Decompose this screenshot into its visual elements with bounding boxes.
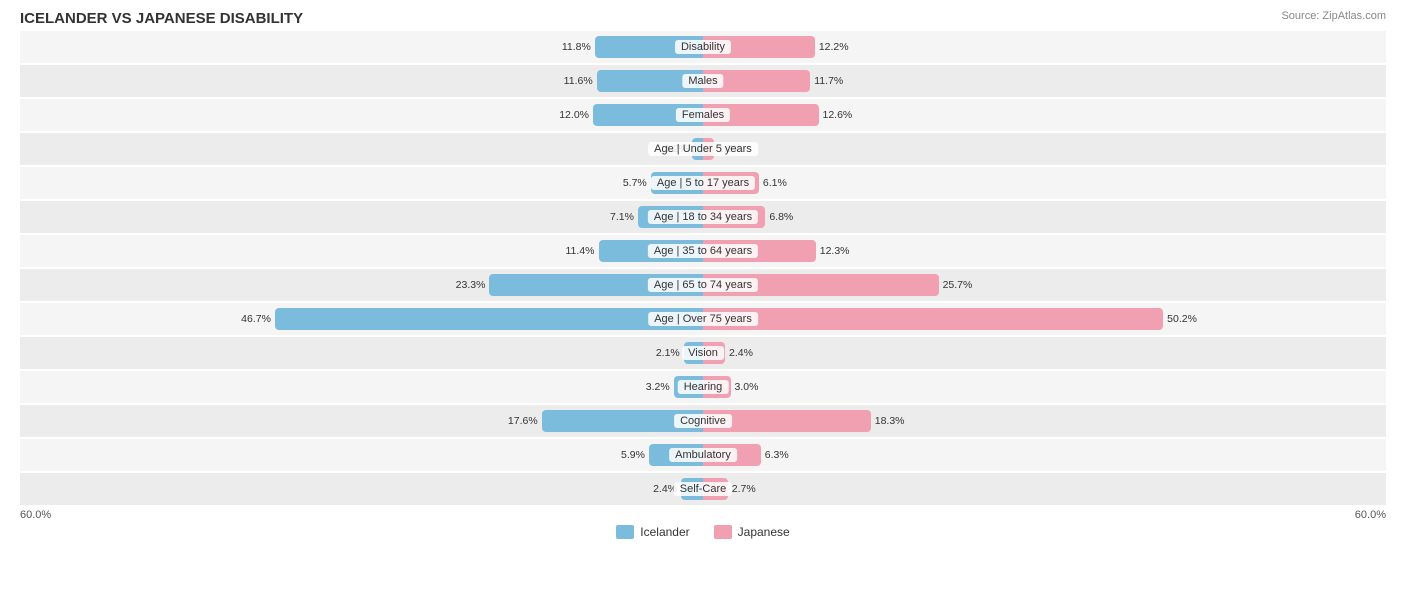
bar-row: Vision 2.1% 2.4% <box>20 337 1386 369</box>
val-right: 18.3% <box>873 415 905 427</box>
val-left: 12.0% <box>559 109 591 121</box>
val-left: 5.9% <box>621 449 647 461</box>
val-left: 5.7% <box>623 177 649 189</box>
bar-label: Vision <box>682 346 724 360</box>
bar-label: Age | Over 75 years <box>648 312 758 326</box>
bar-row: Age | 18 to 34 years 7.1% 6.8% <box>20 201 1386 233</box>
source-text: Source: ZipAtlas.com <box>1281 10 1386 22</box>
legend-icelander: Icelander <box>616 525 689 539</box>
val-right: 12.2% <box>817 41 849 53</box>
val-right: 12.6% <box>821 109 853 121</box>
bar-row: Cognitive 17.6% 18.3% <box>20 405 1386 437</box>
val-left: 46.7% <box>241 313 273 325</box>
bar-label: Disability <box>675 40 731 54</box>
legend: Icelander Japanese <box>20 525 1386 539</box>
bar-row: Age | 65 to 74 years 23.3% 25.7% <box>20 269 1386 301</box>
val-left: 11.6% <box>564 75 595 87</box>
bar-label: Age | 65 to 74 years <box>648 278 758 292</box>
bar-row: Males 11.6% 11.7% <box>20 65 1386 97</box>
val-right: 11.7% <box>812 75 843 87</box>
val-left: 17.6% <box>508 415 540 427</box>
val-left: 23.3% <box>456 279 488 291</box>
icelander-label: Icelander <box>640 525 689 539</box>
bar-label: Males <box>682 74 723 88</box>
japanese-color-box <box>714 525 732 539</box>
val-right: 6.1% <box>761 177 787 189</box>
bar-label: Self-Care <box>674 482 732 496</box>
val-left: 11.4% <box>566 245 597 257</box>
val-right: 25.7% <box>941 279 973 291</box>
bar-label: Age | 5 to 17 years <box>651 176 755 190</box>
legend-japanese: Japanese <box>714 525 790 539</box>
bar-label: Cognitive <box>674 414 732 428</box>
val-left: 11.8% <box>562 41 593 53</box>
val-right: 12.3% <box>818 245 850 257</box>
bar-left <box>275 308 703 330</box>
chart-title: ICELANDER VS JAPANESE DISABILITY <box>20 10 1386 27</box>
japanese-label: Japanese <box>738 525 790 539</box>
bar-row: Age | 35 to 64 years 11.4% 12.3% <box>20 235 1386 267</box>
axis-labels: 60.0% 60.0% <box>20 509 1386 521</box>
chart-container: ICELANDER VS JAPANESE DISABILITY Source:… <box>0 0 1406 612</box>
bar-label: Females <box>676 108 730 122</box>
bar-row: Age | Under 5 years 1.2% 1.2% <box>20 133 1386 165</box>
bar-label: Age | Under 5 years <box>648 142 758 156</box>
val-left: 2.1% <box>656 347 682 359</box>
bar-row: Self-Care 2.4% 2.7% <box>20 473 1386 505</box>
bar-row: Females 12.0% 12.6% <box>20 99 1386 131</box>
val-right: 6.3% <box>763 449 789 461</box>
bar-label: Age | 35 to 64 years <box>648 244 758 258</box>
bar-row: Ambulatory 5.9% 6.3% <box>20 439 1386 471</box>
bar-right <box>703 308 1163 330</box>
bar-row: Age | 5 to 17 years 5.7% 6.1% <box>20 167 1386 199</box>
rows-wrapper: Disability 11.8% 12.2% Males 11.6% 11.7%… <box>20 31 1386 505</box>
val-left: 3.2% <box>646 381 672 393</box>
axis-left: 60.0% <box>20 509 51 521</box>
val-left: 7.1% <box>610 211 636 223</box>
bar-row: Disability 11.8% 12.2% <box>20 31 1386 63</box>
icelander-color-box <box>616 525 634 539</box>
bar-row: Hearing 3.2% 3.0% <box>20 371 1386 403</box>
bar-label: Ambulatory <box>669 448 737 462</box>
bar-label: Hearing <box>678 380 729 394</box>
val-right: 50.2% <box>1165 313 1197 325</box>
axis-right: 60.0% <box>1355 509 1386 521</box>
val-right: 3.0% <box>733 381 759 393</box>
val-right: 2.7% <box>730 483 756 495</box>
bar-label: Age | 18 to 34 years <box>648 210 758 224</box>
bar-row: Age | Over 75 years 46.7% 50.2% <box>20 303 1386 335</box>
val-right: 2.4% <box>727 347 753 359</box>
val-right: 6.8% <box>767 211 793 223</box>
